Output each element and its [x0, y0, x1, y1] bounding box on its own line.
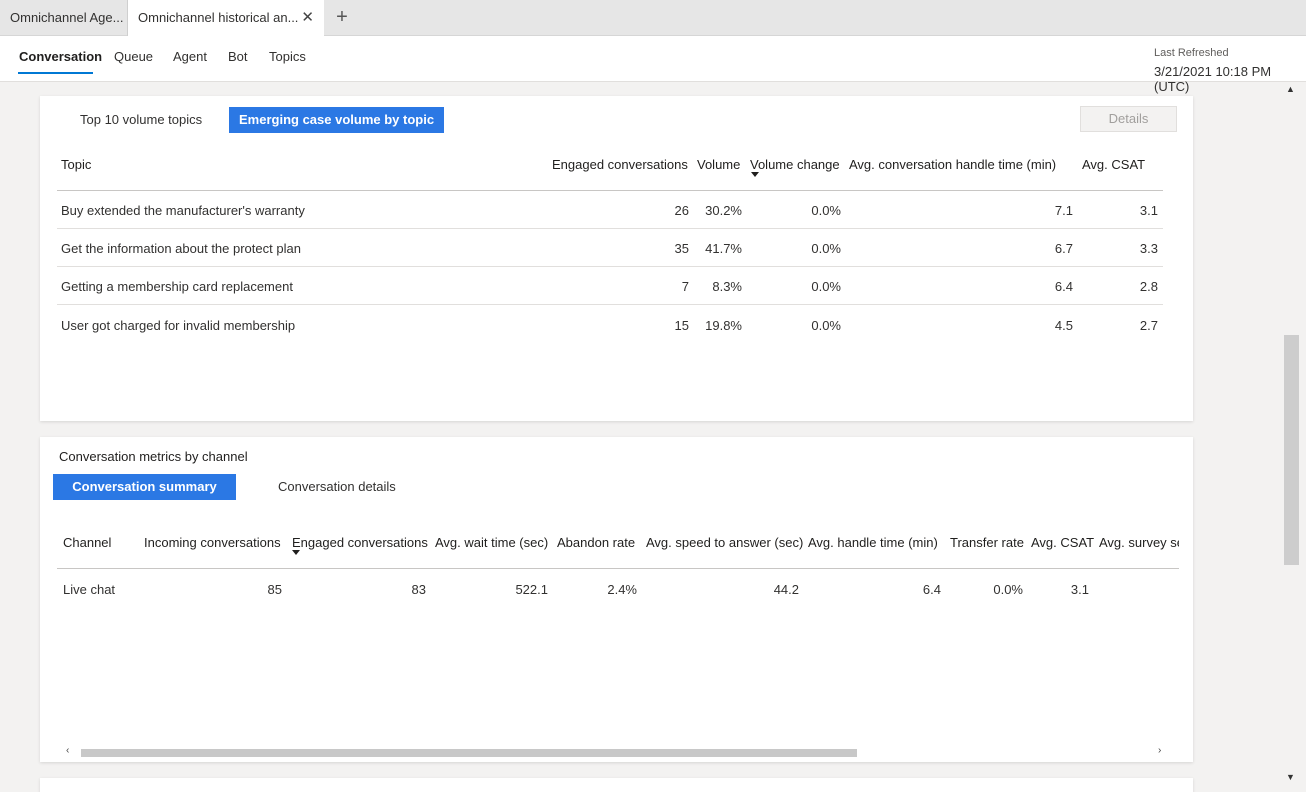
browser-tab-label: Omnichannel Age... [10, 10, 124, 25]
cell-avg-speed-to-answer: 44.2 [773, 582, 799, 597]
column-header-avg-handle-time[interactable]: Avg. conversation handle time (min) [849, 157, 1056, 172]
horizontal-scroll-thumb[interactable] [81, 749, 857, 757]
cell-topic: Getting a membership card replacement [61, 279, 293, 294]
column-header-avg-csat[interactable]: Avg. CSAT [1082, 157, 1145, 172]
cell-topic: Get the information about the protect pl… [61, 241, 301, 256]
cell-avg-wait-time: 522.1 [515, 582, 548, 597]
column-header-avg-handle-time[interactable]: Avg. handle time (min) [808, 535, 938, 550]
scroll-up-icon[interactable]: ▲ [1286, 84, 1295, 94]
horizontal-scrollbar[interactable]: ‹ › [62, 745, 1170, 759]
report-header: Conversation Queue Agent Bot Topics Last… [0, 36, 1306, 94]
browser-tab-label: Omnichannel historical an... [138, 10, 299, 25]
cell-transfer-rate: 0.0% [993, 582, 1023, 597]
cell-volume-change: 0.0% [811, 241, 841, 256]
tab-conversation-summary[interactable]: Conversation summary [53, 474, 236, 500]
column-header-channel[interactable]: Channel [63, 535, 111, 550]
row-divider [57, 304, 1163, 305]
browser-tab-bar: Omnichannel Age... Omnichannel historica… [0, 0, 1306, 37]
scroll-down-icon[interactable]: ▼ [1286, 772, 1295, 782]
topics-card: Top 10 volume topics Emerging case volum… [40, 96, 1193, 421]
cell-volume-change: 0.0% [811, 279, 841, 294]
cell-volume: 8.3% [712, 279, 742, 294]
tab-topics[interactable]: Topics [269, 49, 306, 64]
cell-avg-csat: 3.3 [1139, 241, 1158, 256]
header-divider [57, 568, 1179, 569]
details-button[interactable]: Details [1080, 106, 1177, 132]
cell-topic: User got charged for invalid membership [61, 318, 296, 333]
cell-engaged-conversations: 7 [681, 279, 689, 294]
cell-avg-csat: 3.1 [1139, 203, 1158, 218]
tab-emerging-case-volume[interactable]: Emerging case volume by topic [229, 107, 445, 133]
channel-metrics-card: Conversation metrics by channel Conversa… [40, 437, 1193, 762]
browser-tab-agent-dashboard[interactable]: Omnichannel Age... [0, 0, 128, 36]
header-divider [57, 190, 1163, 191]
close-icon[interactable]: ✕ [301, 0, 314, 36]
scroll-right-icon[interactable]: › [1158, 745, 1161, 756]
column-header-avg-speed-to-answer[interactable]: Avg. speed to answer (sec) [646, 535, 803, 550]
last-refreshed-label: Last Refreshed [1154, 47, 1229, 59]
cell-avg-handle-time: 6.7 [1054, 241, 1073, 256]
vertical-scroll-thumb[interactable] [1284, 335, 1299, 565]
active-tab-indicator [18, 72, 93, 74]
row-divider [57, 266, 1163, 267]
column-header-avg-csat[interactable]: Avg. CSAT [1031, 535, 1094, 550]
column-header-volume[interactable]: Volume [697, 157, 740, 172]
sort-desc-icon [751, 172, 759, 177]
section-title: Conversation metrics by channel [59, 449, 248, 464]
scroll-left-icon[interactable]: ‹ [66, 745, 69, 756]
column-header-topic[interactable]: Topic [61, 157, 91, 172]
cell-topic: Buy extended the manufacturer's warranty [61, 203, 305, 218]
column-header-avg-wait-time[interactable]: Avg. wait time (sec) [435, 535, 548, 550]
vertical-scrollbar[interactable]: ▲ ▼ [1282, 82, 1300, 792]
tab-top-10-volume-topics[interactable]: Top 10 volume topics [70, 107, 212, 133]
cell-volume-change: 0.0% [811, 318, 841, 333]
sort-desc-icon [292, 550, 300, 555]
column-header-avg-survey-score[interactable]: Avg. survey se [1099, 535, 1179, 550]
cell-avg-handle-time: 6.4 [922, 582, 941, 597]
cell-avg-handle-time: 6.4 [1054, 279, 1073, 294]
browser-tab-historical-analytics[interactable]: Omnichannel historical an... ✕ [128, 0, 324, 37]
cell-volume: 41.7% [705, 241, 742, 256]
cell-volume: 30.2% [705, 203, 742, 218]
tab-agent[interactable]: Agent [173, 49, 207, 64]
plus-icon[interactable]: + [332, 0, 352, 36]
cell-engaged-conversations: 83 [411, 582, 426, 597]
row-divider [57, 228, 1163, 229]
cell-volume-change: 0.0% [811, 203, 841, 218]
column-header-volume-change[interactable]: Volume change [750, 157, 840, 172]
tab-conversation-details[interactable]: Conversation details [268, 474, 406, 500]
cell-incoming-conversations: 85 [267, 582, 282, 597]
cell-avg-handle-time: 7.1 [1054, 203, 1073, 218]
next-card [40, 778, 1193, 792]
cell-engaged-conversations: 26 [674, 203, 689, 218]
cell-avg-csat: 2.8 [1139, 279, 1158, 294]
cell-abandon-rate: 2.4% [607, 582, 637, 597]
cell-avg-csat: 2.7 [1139, 318, 1158, 333]
column-header-incoming-conversations[interactable]: Incoming conversations [144, 535, 281, 550]
cell-engaged-conversations: 15 [674, 318, 689, 333]
cell-avg-csat: 3.1 [1070, 582, 1089, 597]
column-header-abandon-rate[interactable]: Abandon rate [557, 535, 635, 550]
tab-bot[interactable]: Bot [228, 49, 248, 64]
cell-avg-handle-time: 4.5 [1054, 318, 1073, 333]
tab-conversation[interactable]: Conversation [19, 49, 102, 64]
column-header-engaged-conversations[interactable]: Engaged conversations [292, 535, 428, 550]
column-header-engaged-conversations[interactable]: Engaged conversations [552, 157, 688, 172]
cell-volume: 19.8% [705, 318, 742, 333]
tab-queue[interactable]: Queue [114, 49, 153, 64]
cell-engaged-conversations: 35 [674, 241, 689, 256]
column-header-transfer-rate[interactable]: Transfer rate [950, 535, 1024, 550]
cell-channel: Live chat [63, 582, 116, 597]
